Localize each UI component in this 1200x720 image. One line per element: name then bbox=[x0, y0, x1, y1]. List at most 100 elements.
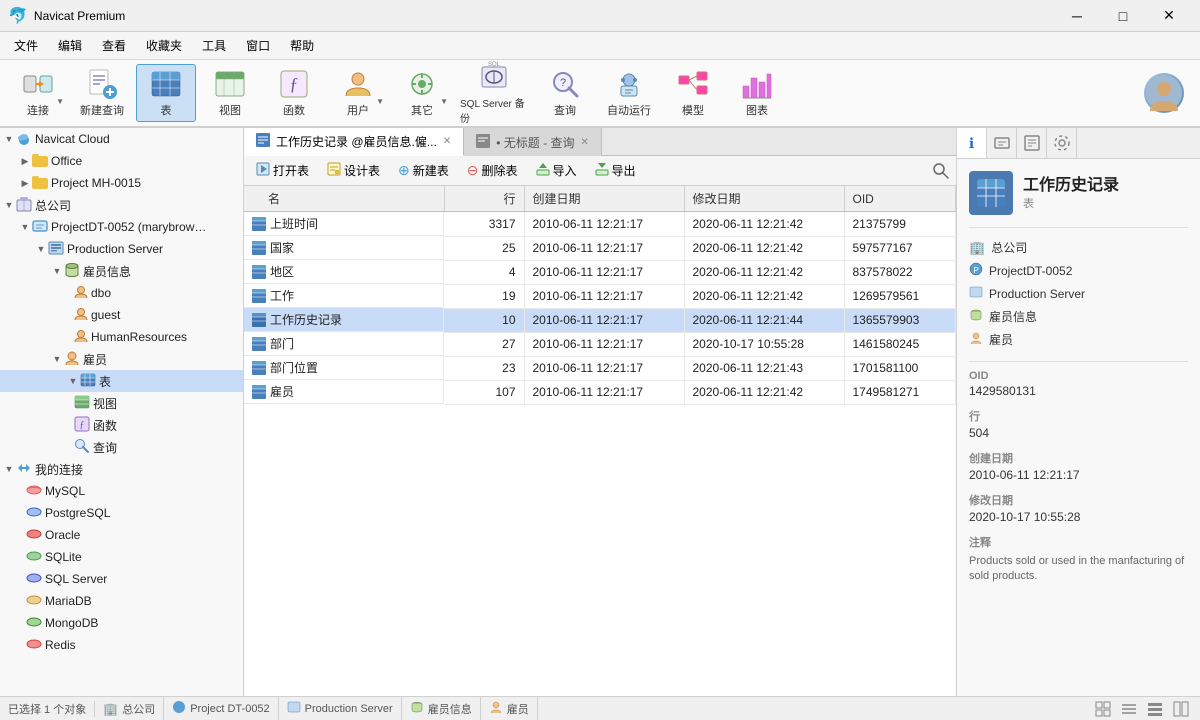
table-row[interactable]: 工作 19 2010-06-11 12:21:17 2020-06-11 12:… bbox=[244, 284, 956, 308]
tree-dbo[interactable]: dbo bbox=[0, 282, 243, 304]
preview-tab[interactable] bbox=[1017, 128, 1047, 158]
user-button[interactable]: ▼ 用户 bbox=[328, 64, 388, 122]
cell-rows: 3317 bbox=[444, 212, 524, 237]
tree-functions[interactable]: ƒ 函数 bbox=[0, 414, 243, 436]
view-detail-btn[interactable] bbox=[1144, 700, 1166, 718]
col-modified[interactable]: 修改日期 bbox=[684, 186, 844, 212]
query-button[interactable]: ? 查询 bbox=[535, 64, 595, 122]
col-oid[interactable]: OID bbox=[844, 186, 956, 212]
delete-table-button[interactable]: ⊖ 删除表 bbox=[459, 159, 526, 182]
col-name[interactable]: 名 bbox=[244, 186, 444, 212]
sidebar: ▼ Navicat Cloud ▶ Office ▶ Project MH-00… bbox=[0, 128, 244, 696]
menu-view[interactable]: 查看 bbox=[92, 33, 136, 58]
settings-tab[interactable] bbox=[1047, 128, 1077, 158]
tab-query[interactable]: • 无标题 - 查询 ✕ bbox=[464, 128, 602, 156]
close-button[interactable]: ✕ bbox=[1146, 0, 1192, 32]
tree-project-dt[interactable]: ▼ ProjectDT-0052 (marybrown@... bbox=[0, 216, 243, 238]
tree-my-connections[interactable]: ▼ 我的连接 bbox=[0, 458, 243, 480]
app-icon: 🐬 bbox=[8, 6, 28, 26]
production-server-arrow: ▼ bbox=[34, 244, 48, 254]
tree-company[interactable]: ▼ 总公司 bbox=[0, 194, 243, 216]
table-row[interactable]: 工作历史记录 10 2010-06-11 12:21:17 2020-06-11… bbox=[244, 308, 956, 332]
search-button[interactable] bbox=[930, 160, 952, 182]
avatar[interactable] bbox=[1144, 73, 1184, 113]
tree-production-server[interactable]: ▼ Production Server bbox=[0, 238, 243, 260]
other-button[interactable]: ▼ 其它 bbox=[392, 64, 452, 122]
office-label: Office bbox=[51, 154, 82, 168]
cell-oid: 1749581271 bbox=[844, 380, 956, 404]
tables-arrow: ▼ bbox=[66, 376, 80, 386]
chart-button[interactable]: 图表 bbox=[727, 64, 787, 122]
table-row[interactable]: 上班时间 3317 2010-06-11 12:21:17 2020-06-11… bbox=[244, 212, 956, 237]
tree-mysql[interactable]: MySQL bbox=[0, 480, 243, 502]
tree-employee-schema[interactable]: ▼ 雇员 bbox=[0, 348, 243, 370]
tree-navicat-cloud[interactable]: ▼ Navicat Cloud bbox=[0, 128, 243, 150]
table-row[interactable]: 地区 4 2010-06-11 12:21:17 2020-06-11 12:2… bbox=[244, 260, 956, 284]
tree-sqlite[interactable]: SQLite bbox=[0, 546, 243, 568]
design-table-button[interactable]: 设计表 bbox=[319, 159, 388, 182]
tree-tables[interactable]: ▼ 表 bbox=[0, 370, 243, 392]
tree-mariadb[interactable]: MariaDB bbox=[0, 590, 243, 612]
tree-mongodb[interactable]: MongoDB bbox=[0, 612, 243, 634]
status-project-label: Project DT-0052 bbox=[190, 703, 269, 715]
col-created[interactable]: 创建日期 bbox=[524, 186, 684, 212]
ddl-tab[interactable] bbox=[987, 128, 1017, 158]
minimize-button[interactable]: ─ bbox=[1054, 0, 1100, 32]
tab-work-history[interactable]: 工作历史记录 @雇员信息.僱... ✕ bbox=[244, 128, 464, 156]
table-row[interactable]: 国家 25 2010-06-11 12:21:17 2020-06-11 12:… bbox=[244, 236, 956, 260]
tree-redis[interactable]: Redis bbox=[0, 634, 243, 656]
model-button[interactable]: 模型 bbox=[663, 64, 723, 122]
connect-button[interactable]: ▼ 连接 bbox=[8, 64, 68, 122]
table-row[interactable]: 雇员 107 2010-06-11 12:21:17 2020-06-11 12… bbox=[244, 380, 956, 404]
tree-oracle[interactable]: Oracle bbox=[0, 524, 243, 546]
app-title: Navicat Premium bbox=[34, 9, 1054, 23]
tree-humanresources[interactable]: HumanResources bbox=[0, 326, 243, 348]
view-button[interactable]: 视图 bbox=[200, 64, 260, 122]
function-button[interactable]: ƒ 函数 bbox=[264, 64, 324, 122]
tab-query-close[interactable]: ✕ bbox=[580, 137, 588, 148]
queries-label: 查询 bbox=[93, 439, 117, 456]
new-table-button[interactable]: ⊕ 新建表 bbox=[390, 159, 457, 182]
tab-work-history-close[interactable]: ✕ bbox=[443, 136, 451, 147]
created-value: 2010-06-11 12:21:17 bbox=[969, 468, 1188, 482]
view-list-btn[interactable] bbox=[1118, 700, 1140, 718]
sqlite-icon bbox=[26, 549, 42, 566]
cell-created: 2010-06-11 12:21:17 bbox=[524, 260, 684, 284]
tree-postgresql[interactable]: PostgreSQL bbox=[0, 502, 243, 524]
tree-project-mh[interactable]: ▶ Project MH-0015 bbox=[0, 172, 243, 194]
col-rows[interactable]: 行 bbox=[444, 186, 524, 212]
table-row[interactable]: 部门位置 23 2010-06-11 12:21:17 2020-06-11 1… bbox=[244, 356, 956, 380]
menu-help[interactable]: 帮助 bbox=[280, 33, 324, 58]
sqlserver-label: SQL Server bbox=[45, 572, 107, 586]
menu-tools[interactable]: 工具 bbox=[192, 33, 236, 58]
project-mh-arrow: ▶ bbox=[18, 178, 32, 189]
new-query-button[interactable]: 新建查询 bbox=[72, 64, 132, 122]
project-dt-label: ProjectDT-0052 (marybrown@... bbox=[51, 220, 211, 234]
sqlserver-backup-button[interactable]: SQL SQL Server 备份 bbox=[456, 64, 531, 122]
table-row[interactable]: 部门 27 2010-06-11 12:21:17 2020-10-17 10:… bbox=[244, 332, 956, 356]
maximize-button[interactable]: □ bbox=[1100, 0, 1146, 32]
model-icon bbox=[677, 68, 709, 100]
menu-file[interactable]: 文件 bbox=[4, 33, 48, 58]
menu-edit[interactable]: 编辑 bbox=[48, 33, 92, 58]
tree-sqlserver[interactable]: SQL Server bbox=[0, 568, 243, 590]
status-schema: 雇员 bbox=[481, 697, 538, 720]
autorun-button[interactable]: 自动运行 bbox=[599, 64, 659, 122]
open-table-button[interactable]: 打开表 bbox=[248, 159, 317, 182]
tree-office[interactable]: ▶ Office bbox=[0, 150, 243, 172]
view-grid-btn[interactable] bbox=[1092, 700, 1114, 718]
tree-queries[interactable]: 查询 bbox=[0, 436, 243, 458]
view-large-btn[interactable] bbox=[1170, 700, 1192, 718]
export-button[interactable]: 导出 bbox=[587, 159, 644, 182]
menu-favorites[interactable]: 收藏夹 bbox=[136, 33, 192, 58]
import-button[interactable]: 导入 bbox=[528, 159, 585, 182]
functions-label: 函数 bbox=[93, 417, 117, 434]
tree-employee-db[interactable]: ▼ 雇员信息 bbox=[0, 260, 243, 282]
info-tab[interactable]: ℹ bbox=[957, 128, 987, 158]
tree-views[interactable]: 视图 bbox=[0, 392, 243, 414]
tree-guest[interactable]: guest bbox=[0, 304, 243, 326]
cell-rows: 25 bbox=[444, 236, 524, 260]
table-button[interactable]: 表 bbox=[136, 64, 196, 122]
menu-window[interactable]: 窗口 bbox=[236, 33, 280, 58]
schema-icon-dbo bbox=[74, 285, 88, 302]
